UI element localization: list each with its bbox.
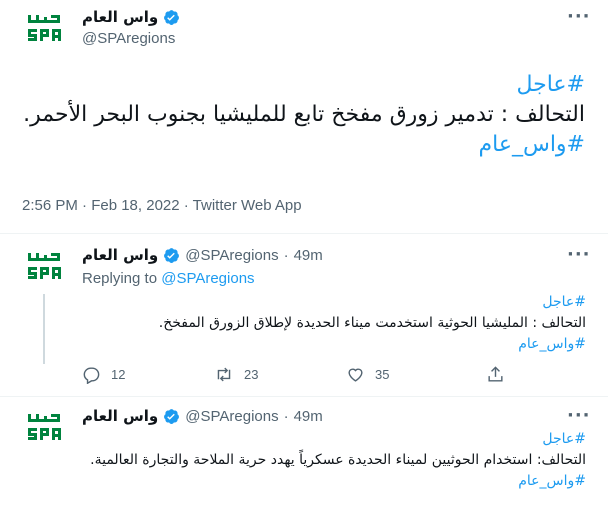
hashtag-link[interactable]: #عاجل (20, 70, 585, 100)
tweet-age[interactable]: 49m (294, 408, 323, 425)
display-name[interactable]: واس العام (82, 407, 158, 425)
retweet-count: 23 (244, 367, 259, 382)
hashtag-link[interactable]: #واس_عام (20, 130, 585, 160)
like-count: 35 (375, 367, 390, 382)
reply-count: 12 (111, 367, 126, 382)
display-name[interactable]: واس العام (82, 246, 158, 264)
author-handle[interactable]: @SPAregions (185, 247, 278, 264)
spa-logo-icon[interactable] (22, 407, 66, 451)
replying-handle-link[interactable]: @SPAregions (161, 270, 254, 287)
like-action[interactable]: 35 (346, 365, 486, 384)
more-options-icon[interactable]: ··· (567, 405, 591, 426)
verified-badge-icon (163, 247, 180, 264)
spa-logo-icon[interactable] (22, 8, 66, 52)
like-icon[interactable] (346, 365, 365, 384)
thread-line (43, 294, 45, 364)
verified-badge-icon (163, 9, 180, 26)
reply-body: التحالف : المليشيا الحوثية استخدمت ميناء… (158, 315, 586, 331)
hashtag-link[interactable]: #واس_عام (66, 471, 586, 492)
separator-dot: · (283, 407, 289, 425)
tweet-timestamp[interactable]: 2:56 PM · Feb 18, 2022 · Twitter Web App (22, 197, 302, 214)
reply-action[interactable]: 12 (82, 365, 214, 384)
replying-prefix: Replying to (82, 270, 162, 287)
hashtag-link[interactable]: #عاجل (66, 429, 586, 450)
author-handle[interactable]: @SPAregions (185, 408, 278, 425)
tweet-text: #عاجل التحالف : تدمير زورق مفخخ تابع للم… (20, 70, 585, 160)
author-line: واس العام @SPAregions · 49m (82, 407, 323, 425)
retweet-action[interactable]: 23 (214, 365, 346, 384)
replying-to: Replying to @SPAregions (82, 270, 255, 287)
main-tweet: واس العام @SPAregions ··· #عاجل التحالف … (0, 0, 608, 234)
author-handle[interactable]: @SPAregions (82, 30, 175, 47)
reply-tweet[interactable]: واس العام @SPAregions · 49m ··· #عاجل ال… (0, 397, 608, 512)
display-name[interactable]: واس العام (82, 8, 158, 26)
tweet-age[interactable]: 49m (294, 247, 323, 264)
spa-logo-icon[interactable] (22, 246, 66, 290)
hashtag-link[interactable]: #عاجل (66, 292, 586, 313)
reply-icon[interactable] (82, 365, 101, 384)
reply-body: التحالف: استخدام الحوثيين لميناء الحديدة… (90, 452, 586, 468)
hashtag-link[interactable]: #واس_عام (66, 334, 586, 355)
separator-dot: · (283, 246, 289, 264)
author-line: واس العام @SPAregions · 49m (82, 246, 323, 264)
reply-text: #عاجل التحالف : المليشيا الحوثية استخدمت… (66, 292, 586, 355)
share-action[interactable] (486, 365, 505, 384)
verified-badge-icon (163, 408, 180, 425)
author-line: واس العام (82, 8, 180, 26)
more-options-icon[interactable]: ··· (567, 244, 591, 265)
more-options-icon[interactable]: ··· (567, 6, 591, 27)
reply-text: #عاجل التحالف: استخدام الحوثيين لميناء ا… (66, 429, 586, 492)
reply-tweet[interactable]: واس العام @SPAregions · 49m ··· Replying… (0, 234, 608, 396)
tweet-body: التحالف : تدمير زورق مفخخ تابع للمليشيا … (23, 102, 585, 127)
share-icon[interactable] (486, 365, 505, 384)
action-bar: 12 23 35 (82, 365, 505, 384)
retweet-icon[interactable] (214, 365, 234, 384)
